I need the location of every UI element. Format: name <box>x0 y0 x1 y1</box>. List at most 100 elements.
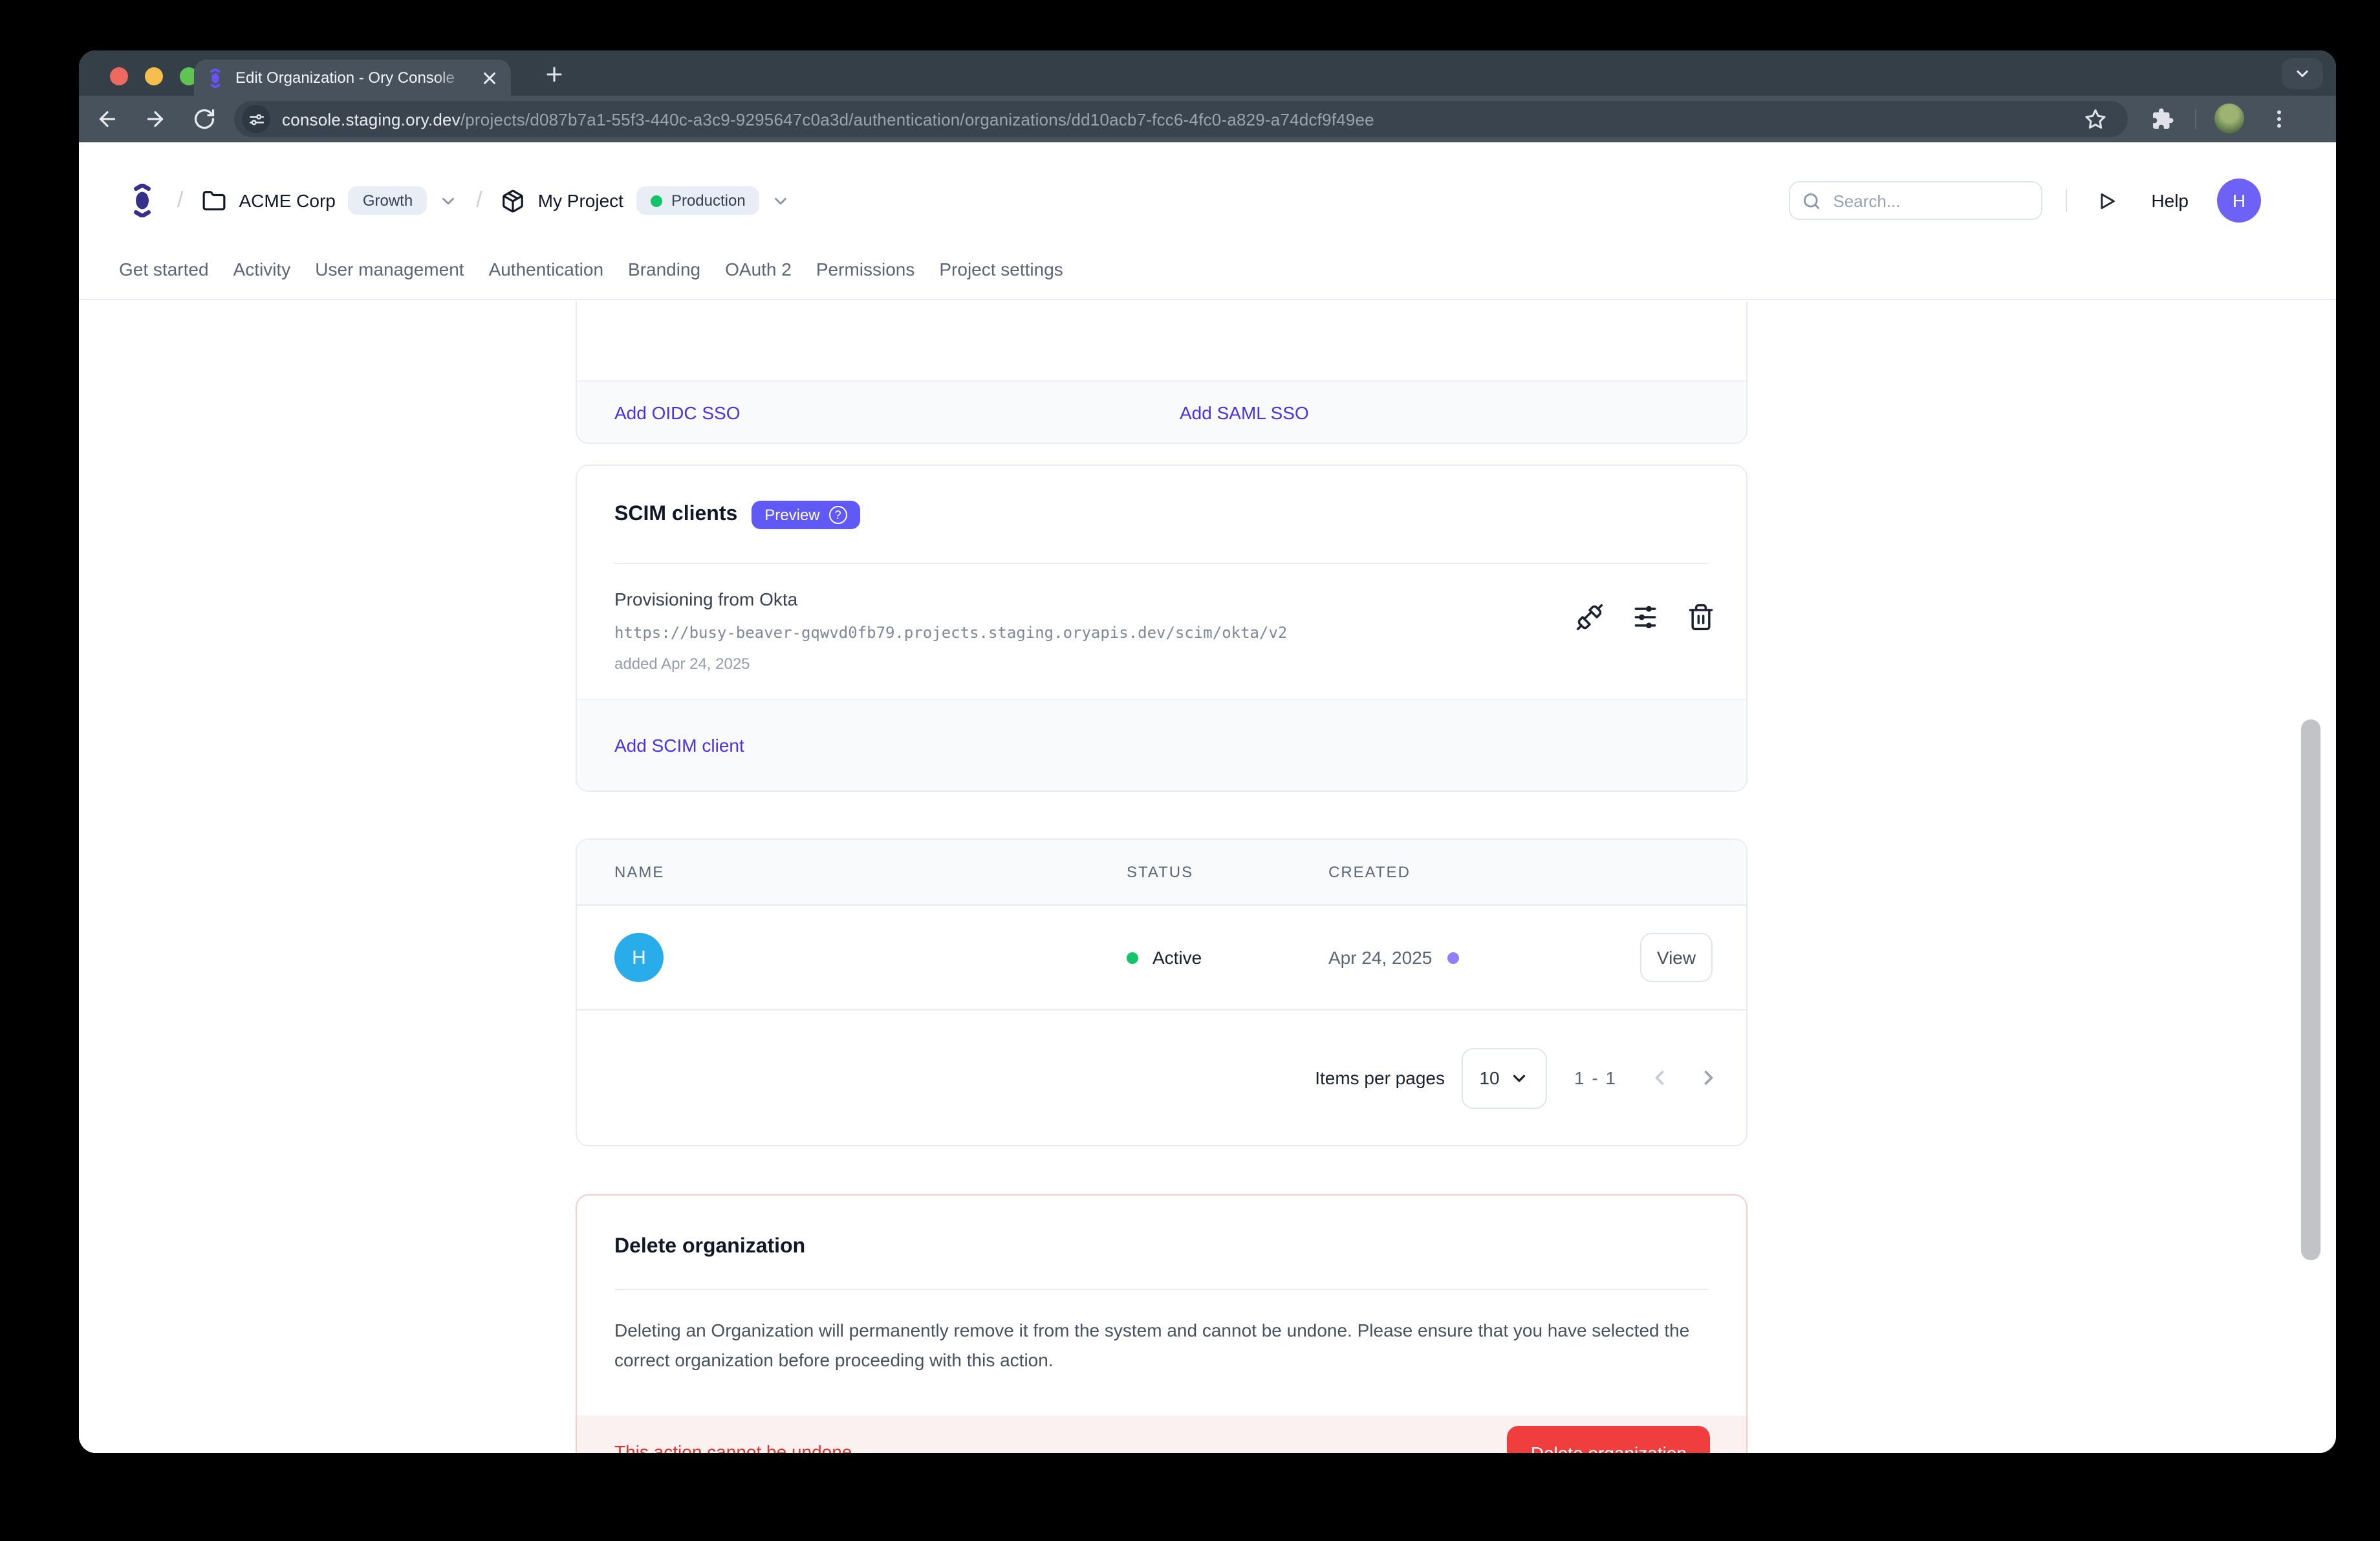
sso-card-footer: Add OIDC SSO Add SAML SSO <box>577 380 1746 443</box>
search-input[interactable] <box>1830 190 2029 212</box>
divider <box>614 1289 1709 1290</box>
created-cell: Apr 24, 2025 <box>1328 947 1640 968</box>
delete-card-header: Delete organization <box>577 1196 1746 1260</box>
run-tour-icon[interactable] <box>2095 190 2117 212</box>
nav-item-branding[interactable]: Branding <box>628 259 700 299</box>
close-window-button[interactable] <box>110 67 128 85</box>
search-icon <box>1802 191 1821 210</box>
scim-card-footer: Add SCIM client <box>577 699 1746 791</box>
ory-console-page: / ACME Corp Growth / My Project Producti… <box>79 142 2336 1453</box>
project-nav: Get started Activity User management Aut… <box>79 259 2336 300</box>
browser-tab[interactable]: Edit Organization - Ory Console <box>194 60 511 96</box>
ory-favicon <box>206 68 225 87</box>
browser-toolbar: console.staging.ory.dev/projects/d087b7a… <box>79 96 2336 142</box>
workspace-name[interactable]: ACME Corp <box>239 190 335 211</box>
add-saml-sso-link[interactable]: Add SAML SSO <box>1142 402 1746 422</box>
help-circle-icon[interactable]: ? <box>829 506 847 524</box>
scim-clients-card: SCIM clients Preview ? Provisioning from… <box>576 464 1747 792</box>
delete-card-title: Delete organization <box>614 1234 1709 1260</box>
forward-icon[interactable] <box>144 107 167 131</box>
table-header-row: NAME STATUS CREATED <box>577 840 1746 906</box>
pagination-bar: Items per pages 10 1 - 1 <box>577 1011 1746 1145</box>
column-header-name: NAME <box>614 863 1127 881</box>
site-settings-icon[interactable] <box>242 105 270 133</box>
chevron-down-icon <box>2293 65 2311 83</box>
env-status-dot <box>651 195 662 206</box>
search-box[interactable] <box>1789 181 2042 220</box>
pagination-range: 1 - 1 <box>1574 1067 1617 1088</box>
nav-item-authentication[interactable]: Authentication <box>489 259 603 299</box>
project-env-badge: Production <box>636 186 760 215</box>
nav-item-permissions[interactable]: Permissions <box>816 259 915 299</box>
tab-search-button[interactable] <box>2282 58 2323 89</box>
delete-card-footer: This action cannot be undone. Delete org… <box>577 1415 1746 1453</box>
preview-badge: Preview ? <box>752 501 860 529</box>
scim-client-name: Provisioning from Okta <box>614 587 1287 611</box>
scim-card-title: SCIM clients <box>614 502 737 528</box>
extensions-icon[interactable] <box>2151 107 2174 131</box>
browser-profile-avatar[interactable] <box>2214 104 2244 133</box>
project-chevron-down-icon[interactable] <box>772 191 791 210</box>
nav-item-get-started[interactable]: Get started <box>119 259 209 299</box>
nav-item-activity[interactable]: Activity <box>233 259 291 299</box>
url-text: console.staging.ory.dev/projects/d087b7a… <box>282 109 1374 129</box>
scim-client-added-date: added Apr 24, 2025 <box>614 655 1287 673</box>
ory-logo[interactable] <box>125 184 159 217</box>
items-per-page-label: Items per pages <box>1315 1067 1445 1088</box>
vertical-scrollbar[interactable] <box>2301 719 2320 1260</box>
organization-avatar: H <box>614 933 664 982</box>
project-name[interactable]: My Project <box>538 190 623 211</box>
sso-card: Add OIDC SSO Add SAML SSO <box>576 301 1747 444</box>
bookmark-star-icon[interactable] <box>2084 107 2107 131</box>
header-right: Help H <box>1789 142 2336 259</box>
status-label: Active <box>1152 947 1202 968</box>
table-row[interactable]: H Active Apr 24, 2025 View <box>577 906 1746 1011</box>
nav-item-oauth2[interactable]: OAuth 2 <box>725 259 792 299</box>
browser-menu-icon[interactable] <box>2267 107 2291 131</box>
unplug-icon[interactable] <box>1575 603 1604 631</box>
scim-client-row: Provisioning from Okta https://busy-beav… <box>577 564 1746 699</box>
status-dot <box>1127 952 1138 963</box>
sso-card-body <box>577 301 1746 380</box>
header-divider <box>2066 189 2067 212</box>
new-tab-button[interactable] <box>543 63 565 85</box>
delete-organization-button[interactable]: Delete organization <box>1508 1426 1710 1453</box>
items-per-page-select[interactable]: 10 <box>1462 1047 1547 1108</box>
app-header: / ACME Corp Growth / My Project Producti… <box>79 142 2336 259</box>
status-cell: Active <box>1127 947 1328 968</box>
reload-icon[interactable] <box>193 107 216 131</box>
add-scim-client-link[interactable]: Add SCIM client <box>614 735 744 756</box>
workspace-plan-badge: Growth <box>349 186 427 215</box>
minimize-window-button[interactable] <box>145 67 163 85</box>
breadcrumb-separator: / <box>177 188 183 213</box>
chevron-down-icon <box>1510 1068 1530 1087</box>
nav-item-project-settings[interactable]: Project settings <box>939 259 1063 299</box>
scim-card-header: SCIM clients Preview ? <box>577 466 1746 529</box>
sliders-icon[interactable] <box>1631 603 1660 631</box>
column-header-status: STATUS <box>1127 863 1328 881</box>
add-oidc-sso-link[interactable]: Add OIDC SSO <box>577 402 1142 422</box>
delete-organization-card: Delete organization Deleting an Organiza… <box>576 1194 1747 1453</box>
delete-warning-text: This action cannot be undone. <box>614 1441 857 1453</box>
tab-title: Edit Organization - Ory Console <box>235 69 473 87</box>
traffic-lights <box>110 67 198 85</box>
previous-page-icon[interactable] <box>1648 1066 1671 1089</box>
created-indicator-dot <box>1447 952 1459 963</box>
content-column: Add OIDC SSO Add SAML SSO SCIM clients P… <box>576 301 1747 1453</box>
back-icon[interactable] <box>96 107 119 131</box>
user-avatar[interactable]: H <box>2217 179 2261 223</box>
address-bar[interactable]: console.staging.ory.dev/projects/d087b7a… <box>234 101 2128 137</box>
nav-item-user-management[interactable]: User management <box>315 259 464 299</box>
next-page-icon[interactable] <box>1697 1066 1720 1089</box>
scim-client-info: Provisioning from Okta https://busy-beav… <box>614 587 1287 673</box>
trash-icon[interactable] <box>1687 603 1715 631</box>
folder-icon <box>201 188 226 213</box>
view-button[interactable]: View <box>1640 933 1713 982</box>
toolbar-divider <box>2195 109 2196 129</box>
workspace-chevron-down-icon[interactable] <box>438 191 458 210</box>
help-link[interactable]: Help <box>2151 190 2189 211</box>
scim-client-actions <box>1575 603 1715 631</box>
organization-table-card: NAME STATUS CREATED H Active Apr 24, 202… <box>576 838 1747 1146</box>
delete-description: Deleting an Organization will permanentl… <box>614 1316 1707 1375</box>
tab-close-icon[interactable] <box>480 68 499 87</box>
